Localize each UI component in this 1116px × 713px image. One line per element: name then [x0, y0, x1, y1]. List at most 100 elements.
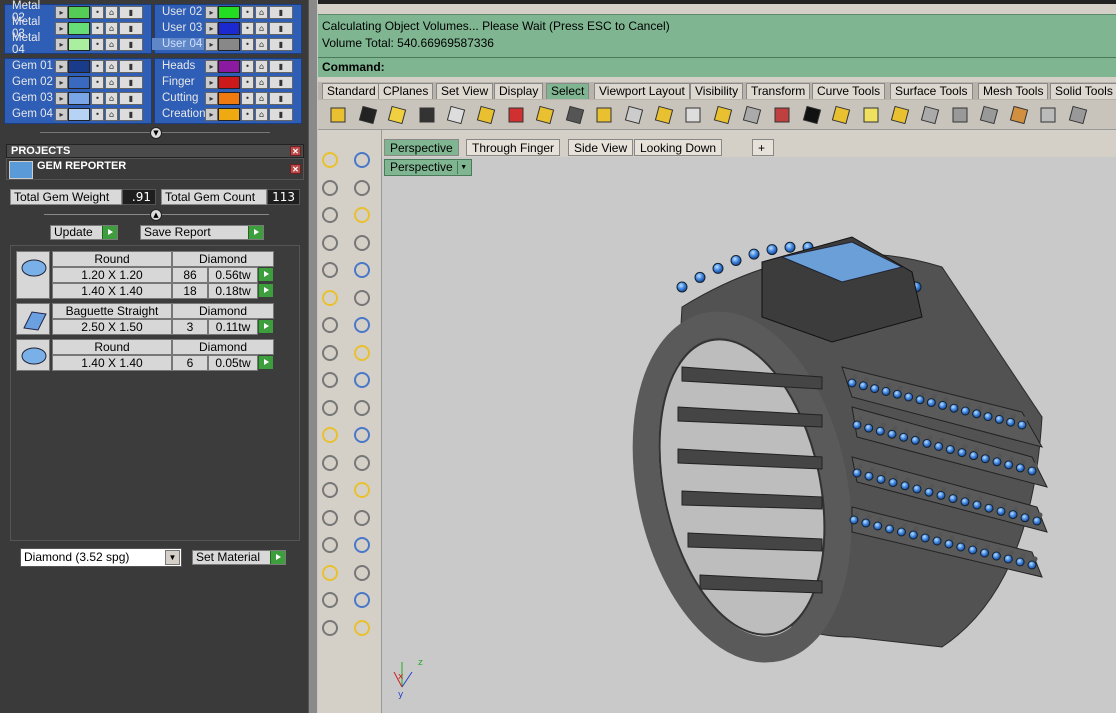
layer-print-icon[interactable]: ▮	[269, 21, 293, 35]
layer-row[interactable]: Gem 01 ▸ • ⌂ ▮	[2, 58, 143, 74]
boolean-icon[interactable]	[318, 423, 342, 447]
gear-icon[interactable]	[318, 368, 342, 392]
layer-expand-icon[interactable]: ▸	[205, 21, 218, 35]
layer-color-swatch[interactable]	[68, 91, 90, 105]
select-gray-icon[interactable]	[1036, 103, 1060, 127]
toolbar-tab[interactable]: Visibility	[690, 83, 744, 99]
group-icon[interactable]	[350, 423, 374, 447]
layer-color-swatch[interactable]	[218, 5, 240, 19]
layer-name[interactable]: Cutting	[152, 92, 204, 104]
lock-icon[interactable]: ⌂	[255, 59, 268, 73]
layer-visible-icon[interactable]: •	[241, 21, 254, 35]
layer-visible-icon[interactable]: •	[241, 59, 254, 73]
layer-print-icon[interactable]: ▮	[269, 107, 293, 121]
layer-expand-icon[interactable]: ▸	[205, 5, 218, 19]
layer-name[interactable]: Creation	[152, 108, 205, 120]
layer-name[interactable]: User 03	[152, 22, 204, 34]
trim-icon[interactable]	[318, 396, 342, 420]
layer-row[interactable]: Gem 02 ▸ • ⌂ ▮	[2, 74, 143, 90]
move-icon[interactable]	[350, 478, 374, 502]
layer-visible-icon[interactable]: •	[241, 5, 254, 19]
plane-icon[interactable]	[350, 341, 374, 365]
layer-visible-icon[interactable]: •	[91, 5, 104, 19]
rotate-icon[interactable]	[350, 451, 374, 475]
rectangle-icon[interactable]	[350, 231, 374, 255]
layer-row[interactable]: Cutting ▸ • ⌂ ▮	[152, 90, 293, 106]
layer-print-icon[interactable]: ▮	[119, 5, 143, 19]
layer-print-icon[interactable]: ▮	[269, 37, 293, 51]
layer-color-swatch[interactable]	[218, 107, 240, 121]
select-circles-icon[interactable]	[740, 103, 764, 127]
layer-visible-icon[interactable]: •	[91, 59, 104, 73]
gem-row-select-button[interactable]	[258, 320, 273, 333]
select-arrows-icon[interactable]	[681, 103, 705, 127]
layer-name[interactable]: Metal 04	[2, 32, 54, 56]
select-lights-icon[interactable]	[622, 103, 646, 127]
toolbar-tab[interactable]: Transform	[746, 83, 811, 99]
toolbar-tab[interactable]: Solid Tools	[1050, 83, 1116, 99]
lock-icon[interactable]: ⌂	[105, 5, 118, 19]
layer-print-icon[interactable]: ▮	[269, 59, 293, 73]
layer-expand-icon[interactable]: ▸	[55, 21, 68, 35]
layer-visible-icon[interactable]: •	[91, 21, 104, 35]
layer-print-icon[interactable]: ▮	[119, 107, 143, 121]
layer-print-icon[interactable]: ▮	[119, 37, 143, 51]
save-report-button[interactable]: Save Report	[140, 225, 264, 240]
polyline-icon[interactable]	[318, 176, 342, 200]
explode-icon[interactable]	[350, 368, 374, 392]
material-icon[interactable]	[318, 588, 342, 612]
select-all-icon[interactable]	[356, 103, 380, 127]
layer-color-swatch[interactable]	[68, 75, 90, 89]
check-icon[interactable]	[350, 588, 374, 612]
lock-icon[interactable]: ⌂	[255, 21, 268, 35]
select-dots-icon[interactable]	[563, 103, 587, 127]
toolbar-tab[interactable]: Select	[546, 83, 590, 99]
lock-icon[interactable]: ⌂	[255, 75, 268, 89]
layer-visible-icon[interactable]: •	[241, 91, 254, 105]
select-box-icon[interactable]	[829, 103, 853, 127]
layer-color-swatch[interactable]	[68, 37, 90, 51]
layer-visible-icon[interactable]: •	[91, 37, 104, 51]
add-viewport-tab-button[interactable]: +	[752, 139, 774, 156]
layer-print-icon[interactable]: ▮	[119, 91, 143, 105]
split-icon[interactable]	[350, 396, 374, 420]
layer-name[interactable]: Gem 01	[2, 60, 54, 72]
select-solids-icon[interactable]	[385, 103, 409, 127]
render-icon[interactable]	[350, 616, 374, 640]
layer-expand-icon[interactable]: ▸	[55, 75, 68, 89]
select-chain-icon[interactable]	[977, 103, 1001, 127]
toolbar-tab[interactable]: Curve Tools	[812, 83, 886, 99]
select-blocks-icon[interactable]	[711, 103, 735, 127]
layer-print-icon[interactable]: ▮	[119, 75, 143, 89]
cylinder-icon[interactable]	[318, 341, 342, 365]
lock-icon[interactable]: ⌂	[105, 59, 118, 73]
gem-row-select-button[interactable]	[258, 268, 273, 281]
select-material-icon[interactable]	[770, 103, 794, 127]
grid-icon[interactable]	[318, 561, 342, 585]
toolbar-tab[interactable]: CPlanes	[378, 83, 434, 99]
layer-row[interactable]: Metal 04 ▸ • ⌂ ▮	[2, 32, 143, 56]
material-select[interactable]: Diamond (3.52 spg) ▼	[20, 548, 182, 567]
select-spiral-icon[interactable]	[918, 103, 942, 127]
layer-row[interactable]: User 04 ▸ • ⌂ ▮	[152, 36, 293, 52]
layer-color-swatch[interactable]	[218, 75, 240, 89]
layer-expand-icon[interactable]: ▸	[205, 59, 218, 73]
set-material-button[interactable]: Set Material	[192, 550, 286, 565]
viewport-tab[interactable]: Side View	[568, 139, 634, 156]
edit-points-icon[interactable]	[318, 533, 342, 557]
layer-color-swatch[interactable]	[218, 21, 240, 35]
layer-name[interactable]: Finger	[152, 76, 204, 88]
select-arrow-icon[interactable]	[318, 148, 342, 172]
layer-name[interactable]: Heads	[152, 60, 204, 72]
text-icon[interactable]	[318, 478, 342, 502]
layer-row[interactable]: Gem 04 ▸ • ⌂ ▮	[2, 106, 143, 122]
layer-row[interactable]: User 03 ▸ • ⌂ ▮	[152, 20, 293, 36]
layer-visible-icon[interactable]: •	[241, 75, 254, 89]
select-polysurface-icon[interactable]	[474, 103, 498, 127]
ring-model[interactable]: z x y	[382, 157, 1116, 713]
layer-print-icon[interactable]: ▮	[269, 91, 293, 105]
lock-icon[interactable]: ⌂	[255, 107, 268, 121]
gem-reporter-close-icon[interactable]: ✕	[290, 164, 301, 174]
lock-icon[interactable]: ⌂	[105, 37, 118, 51]
lock-icon[interactable]: ⌂	[105, 75, 118, 89]
